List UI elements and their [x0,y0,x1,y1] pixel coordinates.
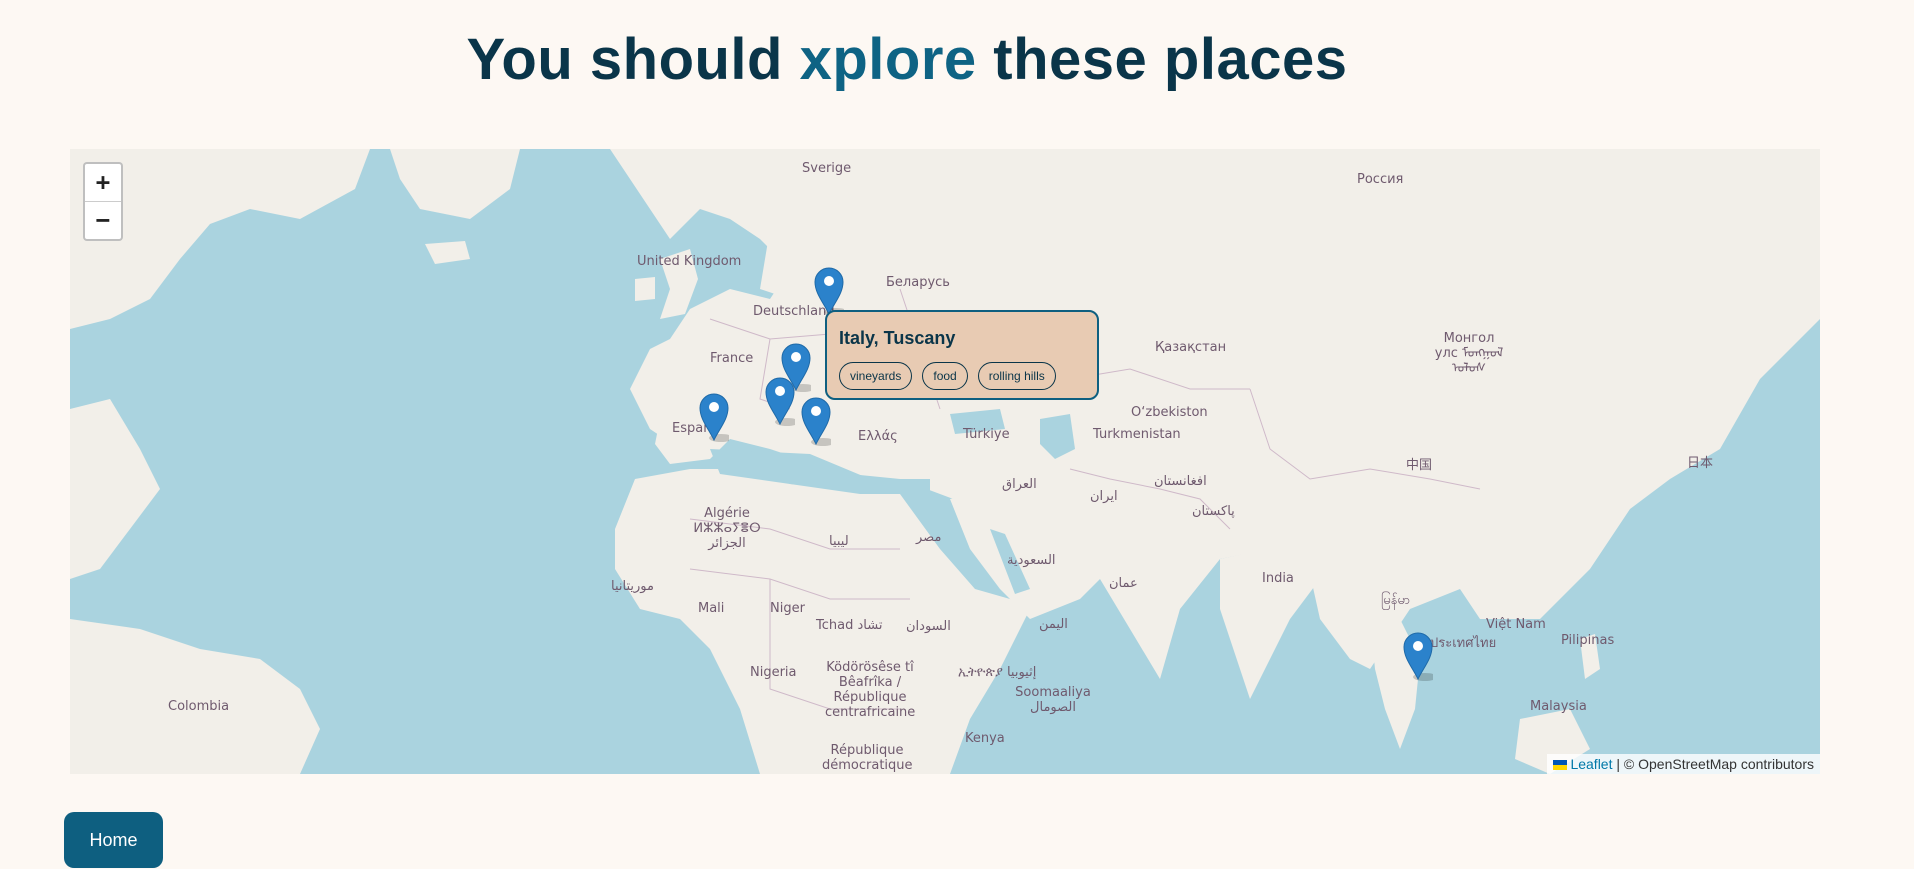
map-label: Türkiye [963,427,1010,442]
map-label: موريتانيا [611,579,654,594]
map-label: اليمن [1039,617,1068,632]
attribution-text: | © OpenStreetMap contributors [1612,756,1814,772]
location-marker-icon[interactable] [1403,631,1433,681]
map-attribution: Leaflet | © OpenStreetMap contributors [1547,754,1820,774]
popup-title: Italy, Tuscany [839,328,956,348]
location-popup[interactable]: Italy, Tuscany vineyards food rolling hi… [825,310,1099,400]
map-label: Ködörösêse tî Bêafrîka / République cent… [825,660,916,720]
map-label: O‘zbekiston [1131,405,1208,420]
map-label: ประเทศไทย [1430,636,1497,651]
map-label: Россия [1357,172,1404,187]
map-label: ليبيا [829,534,849,549]
map-label: مصر [916,530,942,545]
map-label: Tchad تشاد [816,618,883,633]
tag-chip[interactable]: rolling hills [977,362,1056,390]
location-marker-icon[interactable] [801,396,831,446]
map-label: Монгол улс ᠮᠣᠩᠭᠣᠯ ᠤᠯᠤᠰ [1434,331,1504,376]
location-marker-icon[interactable] [699,392,729,442]
map-label: ኢትዮጵያ إثيوبيا [958,665,1037,680]
map-label: العراق [1002,477,1037,492]
map-label: پاکستان [1192,504,1235,519]
map-label: السودان [906,619,951,634]
zoom-control: + − [83,162,123,241]
location-marker-icon[interactable] [765,376,795,426]
page-title: You should xplore these places [0,26,1814,93]
map-label: Việt Nam [1486,617,1546,632]
zoom-in-button[interactable]: + [85,164,121,201]
map-label: Niger [770,601,805,616]
title-before: You should [466,27,800,92]
tag-chip[interactable]: vineyards [839,362,913,390]
map-label: 中国 [1406,458,1433,473]
leaflet-link[interactable]: Leaflet [1570,756,1612,772]
map-label: Colombia [168,699,230,714]
map-label: Ελλάς [858,429,898,444]
world-map[interactable]: + − Sverige Россия United Kingdom Белару… [70,149,1820,774]
map-label: السعودية [1007,553,1056,568]
map-label: Mali [698,601,725,616]
map-label: မြန်မာ [1381,593,1411,608]
popup-tags: vineyards food rolling hills [839,362,1056,390]
map-label: افغانستان [1154,474,1207,489]
location-marker-icon[interactable] [814,266,844,316]
map-label: Malaysia [1530,699,1587,714]
map-label: Algérie ⵍⵣⵣⴰⵢⴻⵔ الجزائر [693,506,761,551]
map-label: Kenya [965,731,1005,746]
map-label: India [1262,571,1294,586]
map-label: Sverige [802,161,852,176]
map-label: Nigeria [750,665,797,680]
title-accent: xplore [799,27,977,92]
map-label: ایران [1090,489,1118,504]
zoom-out-button[interactable]: − [85,201,121,239]
map-label: Pilipinas [1561,633,1615,648]
map-label: Soomaaliya الصومال [1015,685,1091,715]
ukraine-flag-icon [1553,760,1568,770]
map-label: عمان [1109,576,1138,591]
map-label: Turkmenistan [1093,427,1181,442]
map-tiles[interactable] [70,149,1820,774]
map-label: République démocratique [822,743,913,773]
title-after: these places [976,27,1348,92]
map-label: 日本 [1687,456,1714,471]
map-label: Қазақстан [1155,340,1227,355]
map-label: France [710,351,754,366]
home-button[interactable]: Home [64,812,163,868]
map-label: United Kingdom [637,254,742,269]
map-label: Беларусь [886,275,950,290]
tag-chip[interactable]: food [922,362,968,390]
